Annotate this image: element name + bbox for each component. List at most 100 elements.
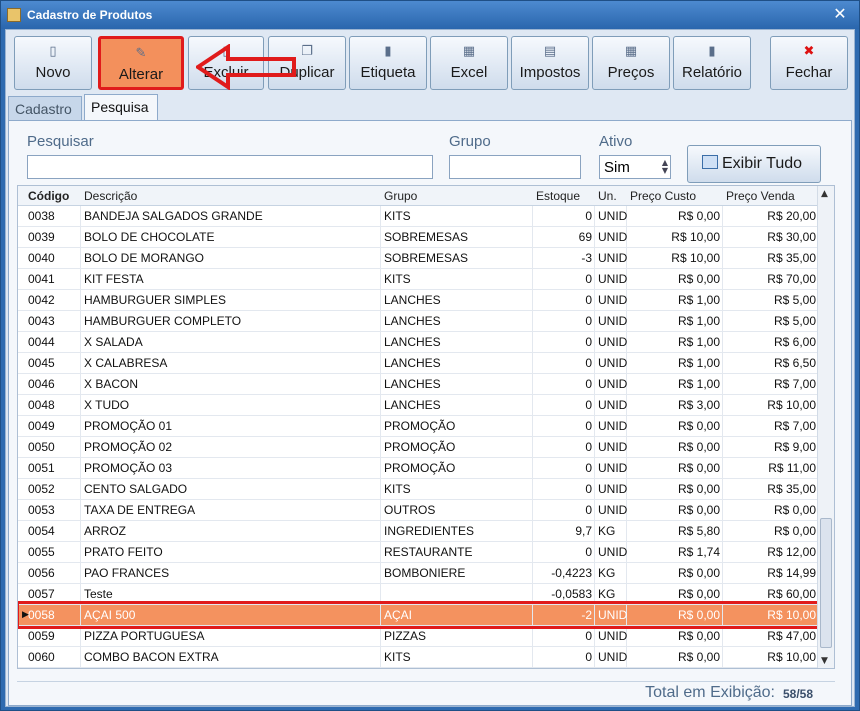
new-button[interactable]: ▯ Novo <box>14 36 92 90</box>
duplicate-icon: ❐ <box>301 44 313 59</box>
show-all-button[interactable]: Exibir Tudo <box>687 145 821 183</box>
column-separator <box>532 227 533 248</box>
table-row[interactable]: 0045 X CALABRESA LANCHES 0 UNID R$ 1,00 R$ 6,5… <box>18 353 818 374</box>
table-cell: UNID <box>598 377 628 391</box>
tab-pesquisa[interactable]: Pesquisa <box>84 94 158 120</box>
column-separator <box>80 416 81 437</box>
table-cell: COMBO BACON EXTRA <box>84 650 219 664</box>
column-separator <box>722 332 723 353</box>
column-separator <box>722 227 723 248</box>
table-cell: -3 <box>581 251 592 265</box>
spin-arrows-icon[interactable]: ▲ ▼ <box>662 159 668 175</box>
column-separator <box>722 416 723 437</box>
group-input[interactable] <box>449 155 581 179</box>
col-code[interactable]: Código <box>28 189 69 203</box>
table-row[interactable]: 0052 CENTO SALGADO KITS 0 UNID R$ 0,00 R$ 35,0… <box>18 479 818 500</box>
search-input[interactable] <box>27 155 433 179</box>
table-cell: 0059 <box>28 629 55 643</box>
table-cell: PROMOÇÃO <box>384 440 456 454</box>
column-separator <box>380 227 381 248</box>
grid-header: Código Descrição Grupo Estoque Un. Preço… <box>18 186 818 206</box>
window-close-icon[interactable]: ✕ <box>831 5 849 23</box>
column-separator <box>722 563 723 584</box>
tab-cadastro[interactable]: Cadastro <box>8 96 82 120</box>
table-cell: PROMOÇÃO 02 <box>84 440 173 454</box>
table-row[interactable]: 0041 KIT FESTA KITS 0 UNID R$ 0,00 R$ 70,00 <box>18 269 818 290</box>
table-row[interactable]: 0060 COMBO BACON EXTRA KITS 0 UNID R$ 0,00 R$ … <box>18 647 818 668</box>
col-sale-price[interactable]: Preço Venda <box>726 189 795 203</box>
table-cell: UNID <box>598 440 628 454</box>
table-row[interactable]: 0043 HAMBURGUER COMPLETO LANCHES 0 UNID R$ 1,… <box>18 311 818 332</box>
table-cell: R$ 5,00 <box>773 314 816 328</box>
table-cell: 0055 <box>28 545 55 559</box>
column-separator <box>380 332 381 353</box>
table-row[interactable]: 0059 PIZZA PORTUGUESA PIZZAS 0 UNID R$ 0,00 R$… <box>18 626 818 647</box>
column-separator <box>594 479 595 500</box>
active-select[interactable]: Sim ▲ ▼ <box>599 155 671 179</box>
table-cell: 0045 <box>28 356 55 370</box>
excel-button[interactable]: ▦ Excel <box>430 36 508 90</box>
table-cell: UNID <box>598 272 628 286</box>
column-separator <box>380 395 381 416</box>
column-separator <box>594 458 595 479</box>
table-row[interactable]: 0039 BOLO DE CHOCOLATE SOBREMESAS 69 UNID R$ … <box>18 227 818 248</box>
table-cell: 0 <box>585 272 592 286</box>
table-cell: KG <box>598 566 616 580</box>
table-row[interactable]: 0046 X BACON LANCHES 0 UNID R$ 1,00 R$ 7,00 <box>18 374 818 395</box>
col-description[interactable]: Descrição <box>84 189 137 203</box>
scroll-thumb[interactable] <box>820 518 832 648</box>
table-cell: R$ 0,00 <box>677 650 720 664</box>
table-cell: LANCHES <box>384 335 441 349</box>
table-cell: R$ 0,00 <box>677 461 720 475</box>
table-row[interactable]: 0048 X TUDO LANCHES 0 UNID R$ 3,00 R$ 10,00 <box>18 395 818 416</box>
column-separator <box>532 563 533 584</box>
column-separator <box>80 437 81 458</box>
active-select-value: Sim <box>604 159 630 176</box>
table-cell: R$ 14,99 <box>767 566 816 580</box>
taxes-button[interactable]: ▤ Impostos <box>511 36 589 90</box>
table-row[interactable]: 0044 X SALADA LANCHES 0 UNID R$ 1,00 R$ 6,00 <box>18 332 818 353</box>
table-row[interactable]: 0042 HAMBURGUER SIMPLES LANCHES 0 UNID R$ 1,0… <box>18 290 818 311</box>
table-cell: R$ 70,00 <box>767 272 816 286</box>
scroll-down-icon[interactable]: ▼ <box>821 656 828 666</box>
edit-button[interactable]: ✎ Alterar <box>98 36 184 90</box>
table-cell: R$ 10,00 <box>767 650 816 664</box>
col-stock[interactable]: Estoque <box>536 189 580 203</box>
column-separator <box>722 248 723 269</box>
report-button[interactable]: ▮ Relatório <box>673 36 751 90</box>
table-cell: R$ 0,00 <box>677 419 720 433</box>
label-button[interactable]: ▮ Etiqueta <box>349 36 427 90</box>
table-row[interactable]: 0050 PROMOÇÃO 02 PROMOÇÃO 0 UNID R$ 0,00 R$ 9,… <box>18 437 818 458</box>
table-cell: 0057 <box>28 587 55 601</box>
prices-button[interactable]: ▦ Preços <box>592 36 670 90</box>
product-register-window: Cadastro de Produtos ✕ ▯ Novo ✎ Alterar … <box>0 0 860 711</box>
column-separator <box>80 206 81 227</box>
taxes-icon: ▤ <box>543 44 557 59</box>
table-row[interactable]: 0054 ARROZ INGREDIENTES 9,7 KG R$ 5,80 R$ 0,00 <box>18 521 818 542</box>
column-separator <box>532 353 533 374</box>
table-row[interactable]: 0053 TAXA DE ENTREGA OUTROS 0 UNID R$ 0,00 R$ … <box>18 500 818 521</box>
table-row[interactable]: 0051 PROMOÇÃO 03 PROMOÇÃO 0 UNID R$ 0,00 R$ 11… <box>18 458 818 479</box>
table-row[interactable]: 0040 BOLO DE MORANGO SOBREMESAS -3 UNID R$ 10… <box>18 248 818 269</box>
table-row[interactable]: 0049 PROMOÇÃO 01 PROMOÇÃO 0 UNID R$ 0,00 R$ 7,… <box>18 416 818 437</box>
close-button-label: Fechar <box>785 64 833 81</box>
col-unit[interactable]: Un. <box>598 189 617 203</box>
annotation-arrow <box>196 44 296 90</box>
table-cell: 0044 <box>28 335 55 349</box>
table-cell: 0056 <box>28 566 55 580</box>
scroll-up-icon[interactable]: ▲ <box>821 189 828 199</box>
vertical-scrollbar[interactable]: ▲ ▼ <box>817 186 834 668</box>
col-cost-price[interactable]: Preço Custo <box>630 189 696 203</box>
col-group[interactable]: Grupo <box>384 189 417 203</box>
table-row[interactable]: 0056 PAO FRANCES BOMBONIERE -0,4223 KG R$ 0,0… <box>18 563 818 584</box>
table-cell: BANDEJA SALGADOS GRANDE <box>84 209 263 223</box>
column-separator <box>380 521 381 542</box>
column-separator <box>380 437 381 458</box>
column-separator <box>532 248 533 269</box>
table-cell: R$ 0,00 <box>773 524 816 538</box>
table-row[interactable]: 0038 BANDEJA SALGADOS GRANDE KITS 0 UNID R$ 0… <box>18 206 818 227</box>
column-separator <box>594 416 595 437</box>
table-cell: R$ 35,00 <box>767 251 816 265</box>
close-button[interactable]: ✖ Fechar <box>770 36 848 90</box>
table-row[interactable]: 0055 PRATO FEITO RESTAURANTE 0 UNID R$ 1,74 R$… <box>18 542 818 563</box>
